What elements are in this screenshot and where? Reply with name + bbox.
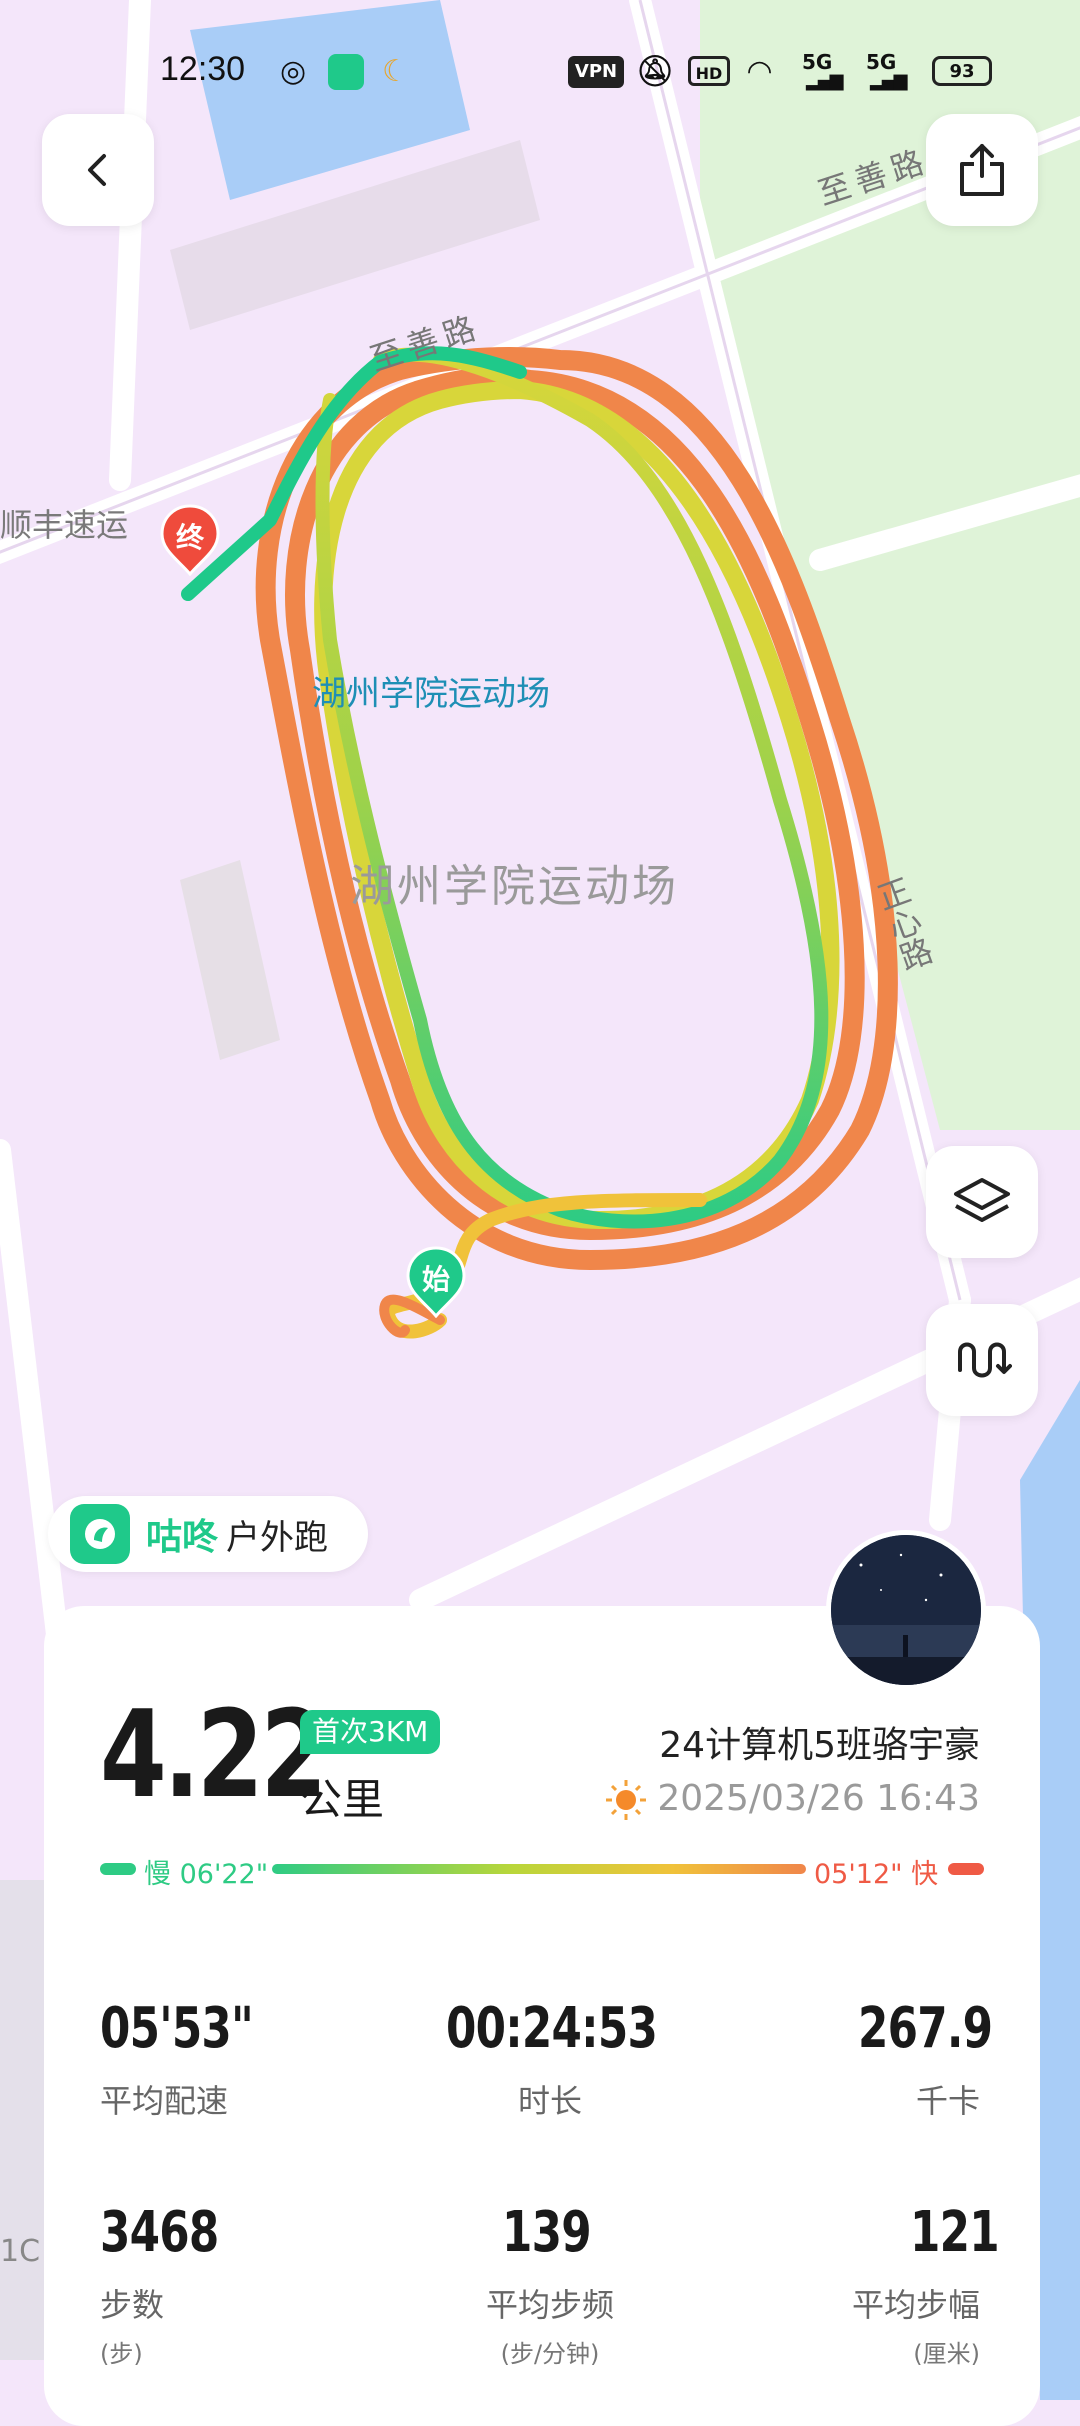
back-button[interactable] [42, 114, 154, 226]
weather-sun-icon [604, 1778, 648, 1822]
stat-duration-label: 时长 [517, 2082, 582, 2120]
codoon-notification-icon [328, 54, 364, 90]
run-summary-card: 4.22 首次3KM 公里 24计算机5班骆宇豪 2025/03/26 16:4… [44, 1606, 1040, 2426]
layers-icon [954, 1178, 1010, 1222]
wifi-icon: ◠ [748, 54, 772, 89]
stat-calories-label: 千卡 [915, 2082, 980, 2120]
route-wave-icon [958, 1342, 1012, 1378]
end-marker-label: 终 [175, 521, 204, 554]
status-bar: 12:30 ◎ ☾ VPN 🔕︎ HD ◠ 5G ▂▄▆ 5G ▂▄▆ 93 [0, 40, 1080, 110]
signal-bars-icon: ▂▄▆ [806, 70, 844, 91]
app-notification-icon: ◎ [280, 54, 307, 89]
brand-name: 咕咚 [146, 1517, 219, 1558]
fast-marker [948, 1863, 984, 1875]
pace-gradient-bar [272, 1864, 806, 1874]
stat-calories-value: 267.9 [858, 1996, 993, 2061]
status-time: 12:30 [160, 50, 246, 88]
stat-avg-pace-value: 05'53" [100, 1996, 254, 2061]
map-layers-button[interactable] [926, 1146, 1038, 1258]
poi-shunfeng: 顺丰速运 [0, 506, 129, 544]
stat-cadence-value: 139 [502, 2200, 592, 2265]
end-marker[interactable]: 终 [160, 504, 220, 577]
battery-icon: 93 [932, 56, 992, 86]
chevron-left-icon [88, 154, 106, 186]
stadium-label: 湖州学院运动场 [312, 674, 550, 714]
hd-icon: HD [688, 56, 730, 86]
distance-unit: 公里 [300, 1775, 385, 1824]
stat-duration-value: 00:24:53 [446, 1996, 658, 2061]
start-marker[interactable]: 始 [406, 1246, 466, 1319]
edge-label: 1C [0, 2234, 41, 2269]
pace-legend: 慢 06'22" 05'12" 快 [100, 1850, 984, 1890]
app-brand-badge: 咕咚 户外跑 [48, 1496, 368, 1572]
stat-stride-unit: (厘米) [913, 2340, 980, 2368]
user-name: 24计算机5班骆宇豪 [659, 1725, 980, 1766]
start-marker-label: 始 [421, 1263, 450, 1296]
codoon-logo-icon [70, 1504, 130, 1564]
stat-stride-value: 121 [910, 2200, 1000, 2265]
stat-steps-value: 3468 [100, 2200, 219, 2265]
stat-stride-label: 平均步幅 [851, 2286, 980, 2324]
stat-cadence-unit: (步/分钟) [500, 2340, 600, 2368]
run-mode-label: 户外跑 [226, 1517, 329, 1558]
stat-steps-unit: (步) [100, 2340, 143, 2368]
avatar[interactable] [826, 1530, 986, 1690]
signal-bars-icon-2: ▂▄▆ [870, 70, 908, 91]
stadium-label-area: 湖州学院运动场 [350, 861, 679, 912]
avatar-night-sky-image [831, 1535, 981, 1685]
vpn-icon: VPN [568, 56, 624, 88]
pace-fast-label: 05'12" 快 [814, 1859, 939, 1890]
stat-steps-label: 步数 [100, 2286, 165, 2324]
distance-value: 4.22 [100, 1686, 327, 1825]
run-datetime: 2025/03/26 16:43 [657, 1778, 980, 1819]
route-replay-button[interactable] [926, 1304, 1038, 1416]
stat-avg-pace-label: 平均配速 [100, 2082, 229, 2120]
share-button[interactable] [926, 114, 1038, 226]
share-icon [960, 144, 1004, 196]
stat-cadence-label: 平均步频 [485, 2286, 614, 2324]
pace-slow-label: 慢 06'22" [144, 1859, 269, 1890]
first-3km-badge: 首次3KM [300, 1710, 441, 1754]
mute-icon: 🔕︎ [636, 54, 675, 89]
slow-marker [100, 1863, 136, 1875]
moon-notification-icon: ☾ [382, 54, 409, 89]
